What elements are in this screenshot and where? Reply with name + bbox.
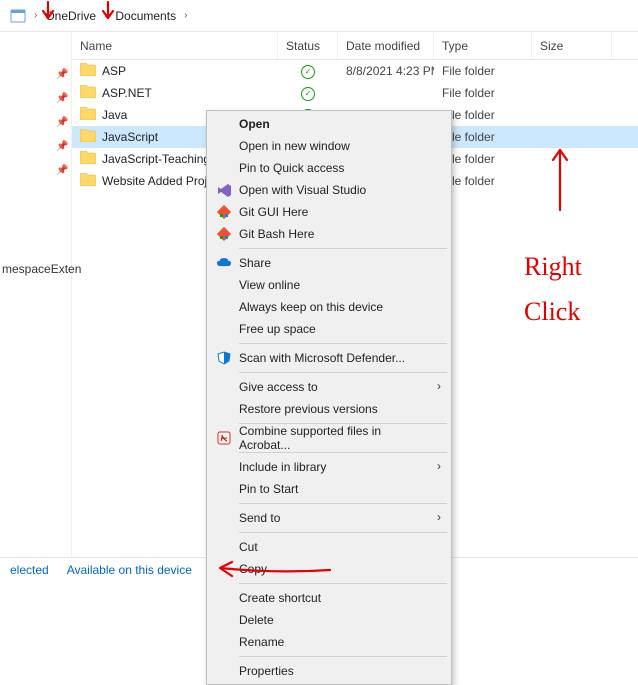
folder-icon — [80, 151, 96, 167]
menu-restore-prev[interactable]: Restore previous versions — [209, 398, 449, 420]
chevron-right-icon[interactable] — [32, 10, 39, 21]
breadcrumb[interactable]: OneDrive Documents — [0, 0, 638, 32]
git-icon — [215, 225, 233, 243]
column-headers[interactable]: Name Status Date modified Type Size — [72, 32, 638, 60]
breadcrumb-onedrive[interactable]: OneDrive — [39, 4, 102, 28]
pin-icon[interactable] — [0, 62, 71, 86]
shield-icon — [215, 349, 233, 367]
nav-fragment: mespaceExten — [0, 262, 71, 276]
menu-copy[interactable]: Copy — [209, 558, 449, 580]
cloud-icon — [215, 254, 233, 272]
menu-acrobat[interactable]: Combine supported files in Acrobat... — [209, 427, 449, 449]
menu-open[interactable]: Open — [209, 113, 449, 135]
file-name: Java — [102, 108, 127, 122]
menu-open-new-window[interactable]: Open in new window — [209, 135, 449, 157]
pdf-icon — [215, 429, 233, 447]
location-icon[interactable] — [4, 4, 32, 28]
file-type: File folder — [434, 86, 532, 100]
col-date[interactable]: Date modified — [338, 32, 434, 59]
menu-open-vs[interactable]: Open with Visual Studio — [209, 179, 449, 201]
file-name: ASP — [102, 64, 126, 78]
col-status[interactable]: Status — [278, 32, 338, 59]
menu-share[interactable]: Share — [209, 252, 449, 274]
table-row[interactable]: ASP.NET File folder — [72, 82, 638, 104]
file-name: ASP.NET — [102, 86, 152, 100]
menu-rename[interactable]: Rename — [209, 631, 449, 653]
breadcrumb-documents[interactable]: Documents — [109, 4, 182, 28]
menu-git-gui[interactable]: Git GUI Here — [209, 201, 449, 223]
col-size[interactable]: Size — [532, 32, 612, 59]
menu-delete[interactable]: Delete — [209, 609, 449, 631]
status-selected: elected — [10, 563, 49, 577]
menu-give-access[interactable]: Give access to — [209, 376, 449, 398]
context-menu: Open Open in new window Pin to Quick acc… — [206, 110, 452, 685]
file-name: JavaScript-Teaching — [102, 152, 210, 166]
menu-properties[interactable]: Properties — [209, 660, 449, 682]
pin-icon[interactable] — [0, 134, 71, 158]
menu-pin-start[interactable]: Pin to Start — [209, 478, 449, 500]
col-type[interactable]: Type — [434, 32, 532, 59]
file-date: 8/8/2021 4:23 PM — [338, 64, 434, 78]
menu-create-shortcut[interactable]: Create shortcut — [209, 587, 449, 609]
git-icon — [215, 203, 233, 221]
sync-ok-icon — [301, 63, 315, 79]
file-type: File folder — [434, 64, 532, 78]
visual-studio-icon — [215, 181, 233, 199]
menu-cut[interactable]: Cut — [209, 536, 449, 558]
menu-defender[interactable]: Scan with Microsoft Defender... — [209, 347, 449, 369]
folder-icon — [80, 107, 96, 123]
pin-icon[interactable] — [0, 158, 71, 182]
menu-git-bash[interactable]: Git Bash Here — [209, 223, 449, 245]
file-name: JavaScript — [102, 130, 158, 144]
nav-pane[interactable]: mespaceExten — [0, 32, 72, 557]
folder-icon — [80, 63, 96, 79]
menu-free-up[interactable]: Free up space — [209, 318, 449, 340]
menu-pin-quick[interactable]: Pin to Quick access — [209, 157, 449, 179]
chevron-right-icon[interactable] — [182, 10, 189, 21]
col-name[interactable]: Name — [72, 32, 278, 59]
status-availability: Available on this device — [67, 563, 192, 577]
menu-view-online[interactable]: View online — [209, 274, 449, 296]
menu-send-to[interactable]: Send to — [209, 507, 449, 529]
folder-icon — [80, 129, 96, 145]
table-row[interactable]: ASP 8/8/2021 4:23 PMFile folder — [72, 60, 638, 82]
folder-icon — [80, 173, 96, 189]
pin-icon[interactable] — [0, 86, 71, 110]
sync-ok-icon — [301, 85, 315, 101]
pin-icon[interactable] — [0, 110, 71, 134]
menu-always-keep[interactable]: Always keep on this device — [209, 296, 449, 318]
menu-include-library[interactable]: Include in library — [209, 456, 449, 478]
chevron-right-icon[interactable] — [102, 10, 109, 21]
folder-icon — [80, 85, 96, 101]
